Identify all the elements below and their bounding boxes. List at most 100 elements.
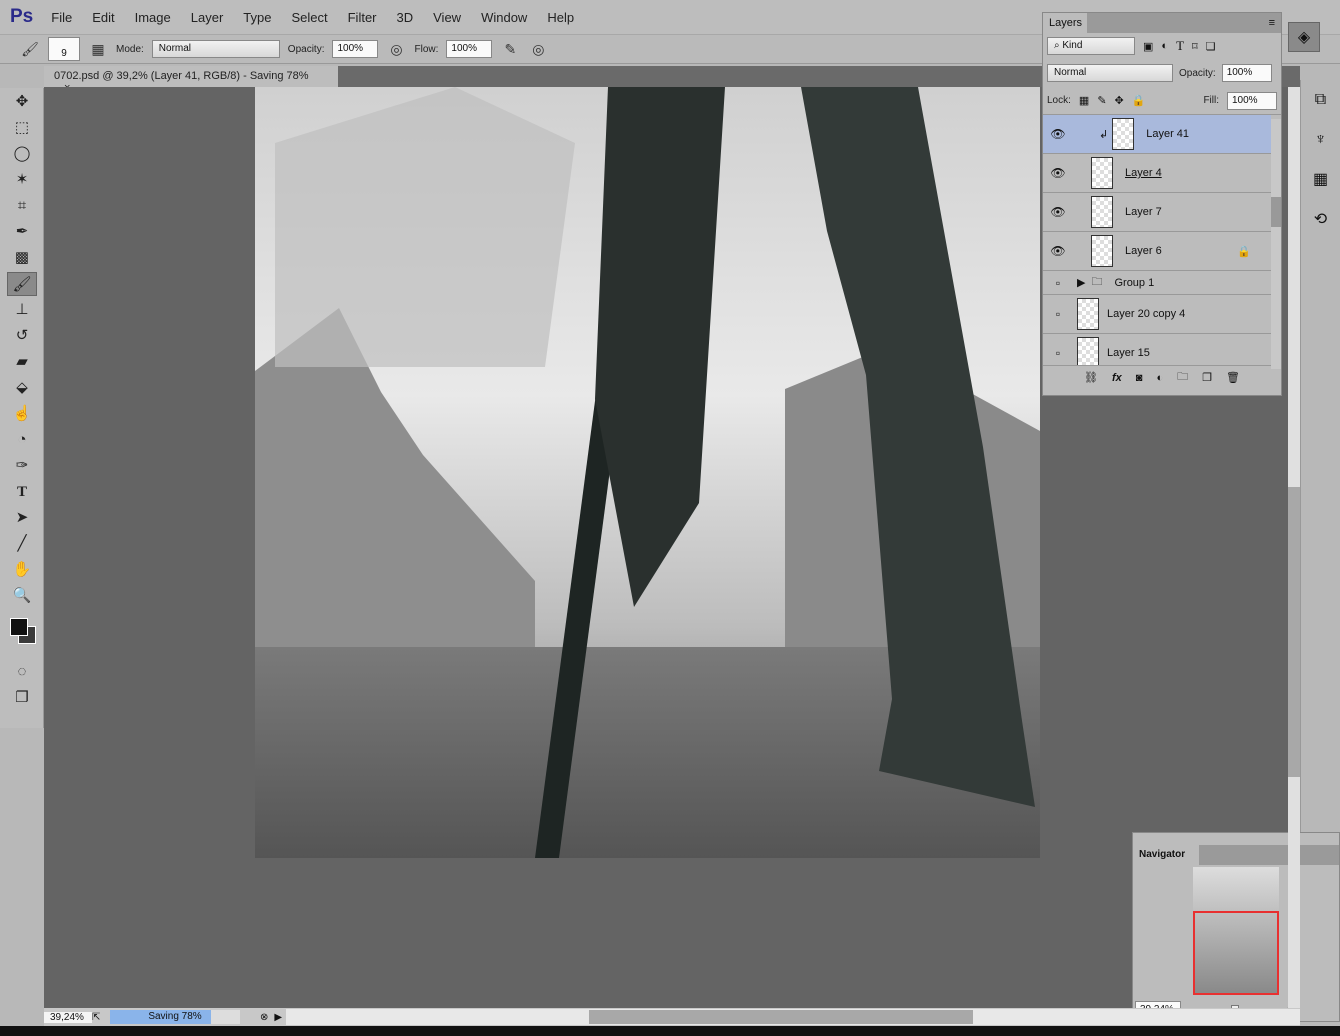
status-menu-arrow[interactable]: ▶ [274, 1012, 282, 1023]
dodge-tool-icon[interactable]: ◔ [7, 428, 37, 452]
pixel-filter-icon[interactable]: ▣ [1143, 40, 1153, 53]
path-select-tool-icon[interactable]: ➤ [7, 506, 37, 530]
eraser-tool-icon[interactable]: ▰ [7, 350, 37, 374]
visibility-eye-icon[interactable]: 👁 [1043, 244, 1073, 258]
foreground-color[interactable] [10, 618, 28, 636]
menu-select[interactable]: Select [291, 10, 327, 25]
menu-layer[interactable]: Layer [191, 10, 224, 25]
hand-tool-icon[interactable]: ✋ [7, 558, 37, 582]
adjustment-filter-icon[interactable]: ◐ [1161, 40, 1168, 52]
menu-window[interactable]: Window [481, 10, 527, 25]
blur-tool-icon[interactable]: ☝ [7, 402, 37, 426]
history-brush-tool-icon[interactable]: ↺ [7, 324, 37, 348]
adjustment-layer-icon[interactable]: ◐ [1156, 372, 1163, 384]
layer-opacity-input[interactable]: 100% [1221, 64, 1272, 82]
brush-panel-icon[interactable]: ▦ [88, 41, 108, 58]
line-tool-icon[interactable]: ╱ [7, 532, 37, 556]
document-tab[interactable]: 0702.psd @ 39,2% (Layer 41, RGB/8) - Sav… [44, 66, 338, 94]
brush-preset-icon[interactable]: 🖌 [20, 41, 40, 58]
new-group-icon[interactable]: 🗀 [1177, 368, 1188, 387]
visibility-eye-icon[interactable]: 👁 [1043, 166, 1073, 180]
layer-row[interactable]: 👁 ↲ Layer 41 [1043, 115, 1271, 154]
menu-view[interactable]: View [433, 10, 461, 25]
group-row[interactable]: ▫ ▶ 🗀 Group 1 [1043, 271, 1271, 295]
link-layers-icon[interactable]: ⛓ [1084, 371, 1098, 384]
pen-tool-icon[interactable]: ✑ [7, 454, 37, 478]
lock-transparency-icon[interactable]: ▦ [1079, 94, 1089, 107]
smart-object-filter-icon[interactable]: ❏ [1206, 40, 1216, 53]
layers-tab[interactable]: Layers [1043, 13, 1087, 33]
brush-size-picker[interactable]: 9 [48, 37, 80, 61]
menu-help[interactable]: Help [547, 10, 574, 25]
artwork-canvas[interactable] [255, 87, 1040, 858]
swatches-icon[interactable]: ▦ [1301, 160, 1340, 200]
layer-row[interactable]: ▫ Layer 20 copy 4 [1043, 295, 1271, 334]
layers-scrollbar[interactable] [1271, 119, 1281, 369]
fx-icon[interactable]: fx [1112, 372, 1122, 384]
layers-dock-button[interactable]: ◈ [1288, 22, 1320, 52]
type-filter-icon[interactable]: T [1176, 38, 1184, 54]
brush-tool-icon[interactable]: 🖌 [7, 272, 37, 296]
color-swatches[interactable] [8, 618, 43, 658]
pressure-size-icon[interactable]: ◎ [528, 41, 548, 58]
layer-row[interactable]: 👁 Layer 4 [1043, 154, 1271, 193]
layer-row[interactable]: 👁 Layer 6 🔒 [1043, 232, 1271, 271]
new-layer-icon[interactable]: ❐ [1202, 371, 1212, 384]
lock-all-icon[interactable]: 🔒 [1132, 94, 1146, 107]
mode-select[interactable]: Normal [151, 40, 280, 58]
expand-arrow-icon[interactable]: ▶ [1077, 276, 1085, 289]
history-icon[interactable]: ⟲ [1301, 200, 1340, 240]
cancel-save-icon[interactable]: ⊗ [260, 1012, 268, 1023]
brush-presets-icon[interactable]: ♆ [1301, 120, 1340, 160]
layer-row[interactable]: ▫ Layer 15 [1043, 334, 1271, 365]
quick-mask-icon[interactable]: ◌ [7, 660, 37, 684]
flow-input[interactable]: 100% [446, 40, 493, 58]
crop-tool-icon[interactable]: ⌗ [7, 194, 37, 218]
shape-filter-icon[interactable]: ⌑ [1192, 40, 1198, 53]
delete-layer-icon[interactable]: 🗑 [1226, 371, 1240, 384]
move-tool-icon[interactable]: ✥ [7, 90, 37, 114]
menu-image[interactable]: Image [135, 10, 171, 25]
marquee-tool-icon[interactable]: ⬚ [7, 116, 37, 140]
layer-row[interactable]: 👁 Layer 7 [1043, 193, 1271, 232]
lock-pixels-icon[interactable]: ✎ [1097, 94, 1106, 107]
lasso-tool-icon[interactable]: ◯ [7, 142, 37, 166]
type-tool-icon[interactable]: T [7, 480, 37, 504]
menu-edit[interactable]: Edit [92, 10, 114, 25]
magic-wand-tool-icon[interactable]: ✶ [7, 168, 37, 192]
menu-3d[interactable]: 3D [397, 10, 414, 25]
pressure-opacity-icon[interactable]: ◎ [386, 41, 406, 58]
export-icon[interactable]: ⇱ [92, 1012, 110, 1023]
navigator-preview[interactable] [1193, 867, 1279, 995]
add-mask-icon[interactable]: ◙ [1136, 372, 1143, 384]
navigator-view-frame[interactable] [1193, 911, 1279, 995]
blend-mode-select[interactable]: Normal [1047, 64, 1173, 82]
fill-input[interactable]: 100% [1227, 91, 1277, 110]
ruined-building-back [275, 87, 575, 367]
kind-filter-select[interactable]: ⌕ Kind [1047, 37, 1135, 55]
visibility-toggle[interactable]: ▫ [1043, 276, 1073, 290]
horizontal-scrollbar[interactable] [286, 1009, 1300, 1025]
navigator-tab[interactable]: Navigator [1133, 845, 1199, 865]
3d-panel-icon[interactable]: ⧉ [1301, 80, 1340, 120]
visibility-eye-icon[interactable]: 👁 [1043, 127, 1073, 141]
opacity-label: Opacity: [287, 43, 325, 55]
paint-bucket-tool-icon[interactable]: ⬙ [7, 376, 37, 400]
airbrush-icon[interactable]: ✎ [500, 41, 520, 58]
visibility-eye-icon[interactable]: 👁 [1043, 205, 1073, 219]
visibility-toggle[interactable]: ▫ [1043, 346, 1073, 360]
eyedropper-tool-icon[interactable]: ✒ [7, 220, 37, 244]
menu-file[interactable]: File [51, 10, 72, 25]
zoom-tool-icon[interactable]: 🔍 [7, 584, 37, 608]
status-zoom[interactable]: 39,24% [44, 1011, 92, 1023]
opacity-input[interactable]: 100% [332, 40, 379, 58]
visibility-toggle[interactable]: ▫ [1043, 307, 1073, 321]
lock-position-icon[interactable]: ✥ [1115, 94, 1124, 107]
healing-tool-icon[interactable]: ▩ [7, 246, 37, 270]
panel-menu-icon[interactable]: ≡ [1269, 17, 1275, 29]
clone-stamp-tool-icon[interactable]: ⊥ [7, 298, 37, 322]
menu-filter[interactable]: Filter [348, 10, 377, 25]
menu-type[interactable]: Type [243, 10, 271, 25]
vertical-scrollbar[interactable] [1288, 87, 1300, 1008]
screen-mode-icon[interactable]: ❐ [7, 686, 37, 710]
